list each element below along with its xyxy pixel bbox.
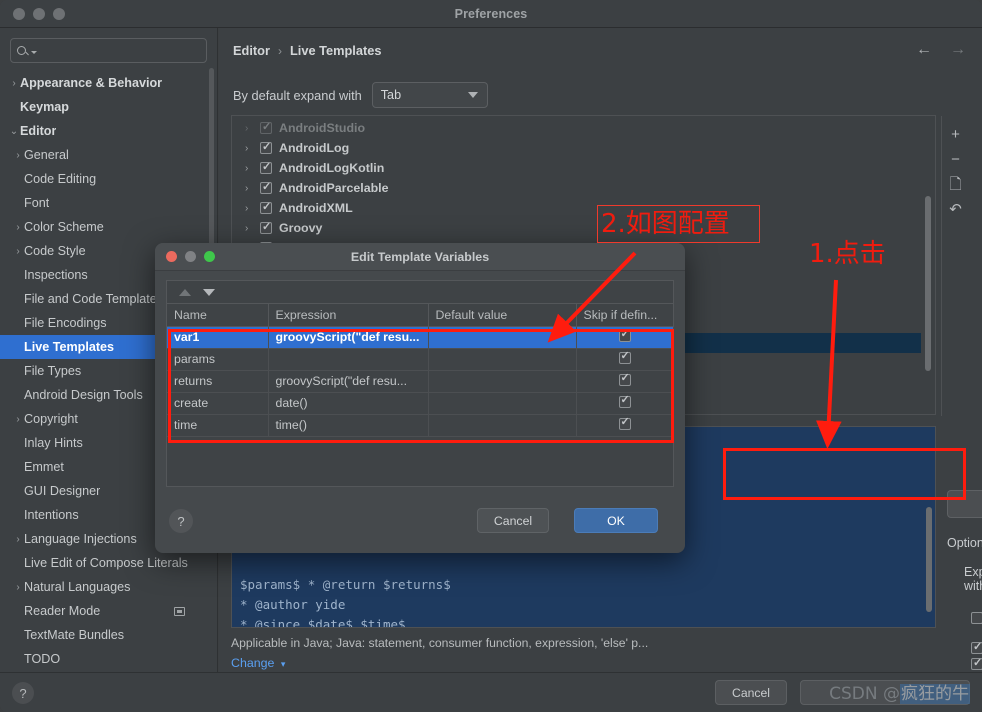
watermark-name: 疯狂的牛 <box>900 684 970 704</box>
annotation-arrows <box>547 251 842 449</box>
dialog-bottom-bar: ? Cancel CSDN @疯狂的牛 <box>0 672 982 712</box>
help-button[interactable]: ? <box>12 682 34 704</box>
preferences-window: Preferences › Appearance & Behavior Keymap… <box>0 0 982 712</box>
watermark: CSDN @疯狂的牛 <box>829 679 970 704</box>
watermark-prefix: CSDN @ <box>829 684 900 704</box>
cancel-button[interactable]: Cancel <box>715 680 787 705</box>
